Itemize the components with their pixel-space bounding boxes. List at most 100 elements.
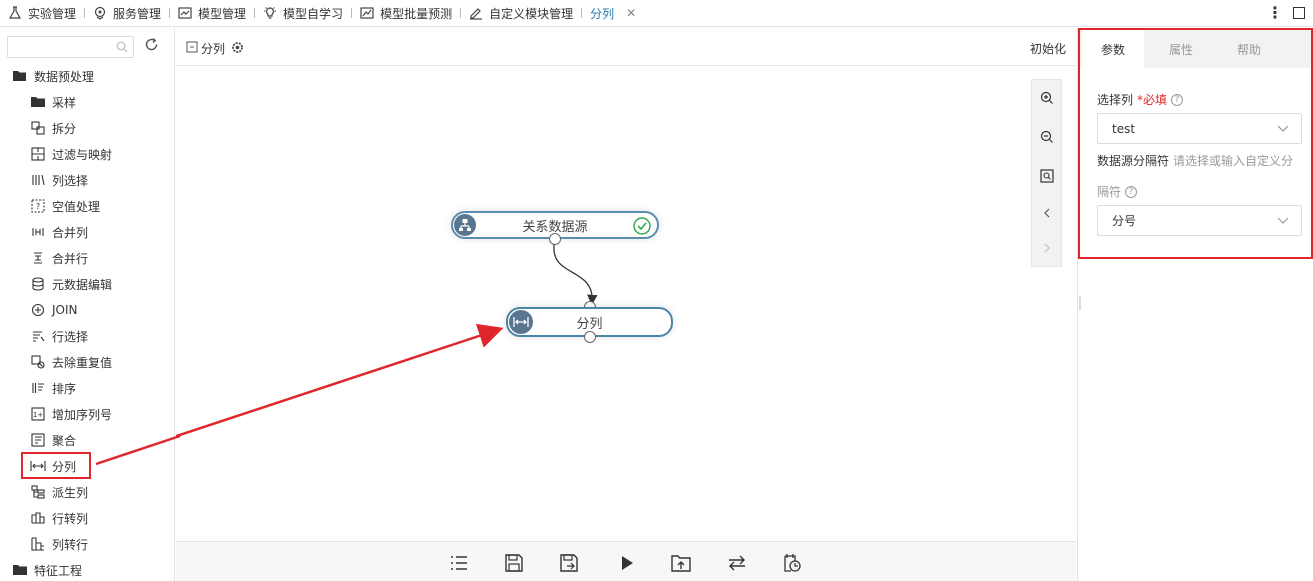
maximize-icon[interactable]	[1293, 7, 1305, 19]
chevron-right-icon[interactable]	[1039, 240, 1055, 256]
sidebar-item-label: JOIN	[52, 303, 78, 317]
fit-view-icon[interactable]	[1039, 168, 1055, 184]
sidebar-item-column-to-row[interactable]: 列转行	[30, 534, 88, 554]
tab-batch-predict[interactable]: 模型批量预测	[352, 0, 460, 27]
svg-text:1+: 1+	[33, 411, 43, 419]
tab-label: 服务管理	[113, 6, 162, 21]
connection-edge	[553, 239, 598, 306]
save-as-icon[interactable]	[559, 553, 579, 573]
sidebar-item-label: 排序	[52, 381, 77, 396]
window-controls: ⋮	[1267, 5, 1305, 21]
sidebar-item-label: 元数据编辑	[52, 277, 113, 292]
sidebar-item-row-to-column[interactable]: 行转列	[30, 508, 88, 528]
publish-icon[interactable]	[671, 553, 691, 573]
tab-experiment[interactable]: 实验管理	[0, 0, 84, 27]
join-icon	[30, 302, 46, 318]
sidebar-item-label: 列选择	[52, 173, 89, 188]
highlight-box	[21, 452, 91, 479]
derived-column-icon	[30, 484, 46, 500]
sidebar-item-null-value[interactable]: ? 空值处理	[30, 196, 100, 216]
more-vertical-icon[interactable]: ⋮	[1267, 5, 1283, 21]
tree-group-label: 数据预处理	[34, 69, 95, 84]
zoom-toolbar	[1031, 79, 1062, 267]
sidebar-item-label: 派生列	[52, 485, 89, 500]
save-icon[interactable]	[504, 553, 524, 573]
run-icon[interactable]	[617, 553, 637, 573]
sidebar-item-label: 采样	[52, 95, 77, 110]
tab-custom-module[interactable]: 自定义模块管理	[461, 0, 581, 27]
swap-icon[interactable]	[727, 553, 747, 573]
sidebar-item-label: 聚合	[52, 433, 77, 448]
sidebar-item-join[interactable]: JOIN	[30, 300, 78, 320]
tab-label: 自定义模块管理	[489, 6, 574, 21]
database-icon	[30, 276, 46, 292]
module-icon	[186, 41, 198, 56]
sidebar-item-split[interactable]: 拆分	[30, 118, 76, 138]
edit-icon	[469, 6, 483, 20]
model-chart-icon	[178, 6, 192, 20]
sidebar-item-label: 过滤与映射	[52, 147, 113, 162]
sidebar-item-derived-column[interactable]: 派生列	[30, 482, 88, 502]
sidebar-item-sort[interactable]: 排序	[30, 378, 76, 398]
breadcrumb-label: 分列	[201, 42, 226, 56]
tab-self-learning[interactable]: 模型自学习	[255, 0, 351, 27]
search-input[interactable]	[7, 36, 134, 58]
workflow-canvas[interactable]: 关系数据源 分列	[176, 67, 1076, 540]
gear-icon[interactable]	[231, 41, 244, 57]
svg-text:?: ?	[36, 202, 40, 211]
node-label: 关系数据源	[522, 219, 588, 235]
sidebar-item-add-serial[interactable]: 1+ 增加序列号	[30, 404, 112, 424]
search-icon	[116, 41, 128, 56]
sidebar-item-filter-map[interactable]: 过滤与映射	[30, 144, 112, 164]
output-port[interactable]	[549, 233, 561, 245]
bulb-icon	[263, 6, 277, 20]
merge-columns-icon	[30, 224, 46, 240]
sidebar-item-column-select[interactable]: 列选择	[30, 170, 88, 190]
properties-panel: » 参数 属性 帮助 选择列 *必填 ? test 数据源分隔符 请选择或输入自…	[1077, 28, 1313, 581]
sidebar-item-dedupe[interactable]: 去除重复值	[30, 352, 112, 372]
list-icon[interactable]	[449, 553, 469, 573]
flask-icon	[8, 6, 22, 20]
tab-service[interactable]: 服务管理	[85, 0, 169, 27]
sidebar-item-label: 合并列	[52, 225, 89, 240]
zoom-out-icon[interactable]	[1039, 129, 1055, 145]
component-sidebar: 数据预处理 采样 拆分 过滤与映射 列选择 ? 空值处理 合并列 合并行 元数据…	[0, 28, 175, 581]
resize-handle[interactable]	[1079, 296, 1081, 310]
sidebar-item-row-select[interactable]: 行选择	[30, 326, 88, 346]
merge-rows-icon	[30, 250, 46, 266]
line-chart-icon	[360, 6, 374, 20]
tree-group-data-preprocessing[interactable]: 数据预处理	[12, 66, 94, 86]
refresh-icon[interactable]	[144, 37, 159, 55]
sidebar-item-label: 行转列	[52, 511, 89, 526]
tab-model[interactable]: 模型管理	[170, 0, 254, 27]
zoom-in-icon[interactable]	[1039, 90, 1055, 106]
tab-label: 模型管理	[198, 6, 247, 21]
folder-open-icon	[12, 68, 28, 84]
output-port[interactable]	[584, 331, 596, 343]
sidebar-item-merge-rows[interactable]: 合并行	[30, 248, 88, 268]
aggregate-icon	[30, 432, 46, 448]
sidebar-item-label: 行选择	[52, 329, 89, 344]
tree-group-feature-engineering[interactable]: 特征工程	[12, 560, 82, 580]
folder-icon	[30, 94, 46, 110]
row-to-column-icon	[30, 510, 46, 526]
schedule-icon[interactable]	[782, 553, 802, 573]
tab-label: 模型自学习	[283, 6, 344, 21]
tree-group-label: 特征工程	[34, 563, 83, 578]
initialize-button[interactable]: 初始化	[1030, 40, 1066, 57]
sidebar-item-metadata-edit[interactable]: 元数据编辑	[30, 274, 112, 294]
tab-label: 模型批量预测	[380, 6, 453, 21]
sidebar-item-sampling[interactable]: 采样	[30, 92, 76, 112]
sidebar-item-label: 拆分	[52, 121, 77, 136]
close-icon[interactable]: ✕	[626, 6, 636, 20]
row-select-icon	[30, 328, 46, 344]
column-to-row-icon	[30, 536, 46, 552]
null-value-icon: ?	[30, 198, 46, 214]
sidebar-item-aggregate[interactable]: 聚合	[30, 430, 76, 450]
chevron-left-icon[interactable]	[1039, 205, 1055, 221]
tab-split-column[interactable]: 分列 ✕	[582, 0, 644, 27]
node-label: 分列	[576, 316, 603, 332]
split-icon	[30, 120, 46, 136]
breadcrumb: 分列	[186, 40, 244, 57]
sidebar-item-merge-columns[interactable]: 合并列	[30, 222, 88, 242]
